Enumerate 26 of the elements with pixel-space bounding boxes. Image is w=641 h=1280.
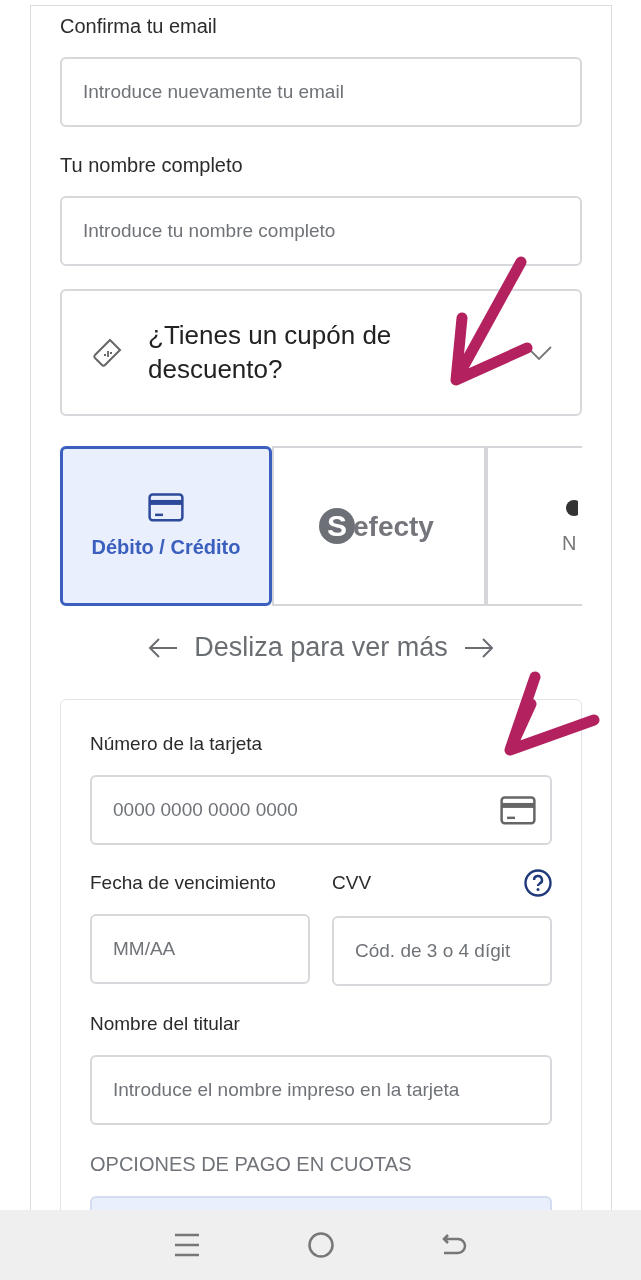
coupon-toggle[interactable]: ¿Tienes un cupón de descuento?	[60, 289, 582, 416]
efecty-logo: S efecty	[317, 506, 441, 546]
logo-icon	[564, 497, 578, 518]
field-label: Fecha de vencimiento	[90, 873, 277, 892]
field-label: Número de la tarjeta	[90, 734, 264, 753]
field-label: Tu nombre completo	[60, 155, 244, 175]
credit-card-icon	[500, 796, 536, 825]
email-confirm-field[interactable]: Introduce nuevamente tu email	[60, 57, 582, 127]
name-field[interactable]: Introduce tu nombre completo	[60, 196, 582, 266]
coupon-question: ¿Tienes un cupón de descuento?	[148, 318, 393, 386]
swipe-hint: Desliza para ver más	[194, 632, 448, 663]
payment-method-tab[interactable]: N	[486, 446, 582, 606]
expiry-field[interactable]: MM/AA	[90, 914, 310, 984]
payment-method-tab[interactable]: Débito / Crédito	[60, 446, 272, 606]
arrow-right-icon	[463, 636, 494, 659]
credit-card-icon	[148, 493, 184, 522]
card-number-field[interactable]: 0000 0000 0000 0000	[90, 775, 552, 845]
section-heading: OPCIONES DE PAGO EN CUOTAS	[90, 1153, 413, 1176]
field-label: Confirma tu email	[60, 16, 218, 36]
arrow-left-icon	[148, 636, 179, 659]
payment-method-tab[interactable]: S efecty	[272, 446, 486, 606]
cardholder-field[interactable]: Introduce el nombre impreso en la tarjeta	[90, 1055, 552, 1125]
field-label: CVV	[332, 873, 372, 892]
field-label: Nombre del titular	[90, 1014, 241, 1033]
help-icon[interactable]	[524, 868, 552, 897]
cvv-field[interactable]: Cód. de 3 o 4 dígit	[332, 916, 552, 986]
